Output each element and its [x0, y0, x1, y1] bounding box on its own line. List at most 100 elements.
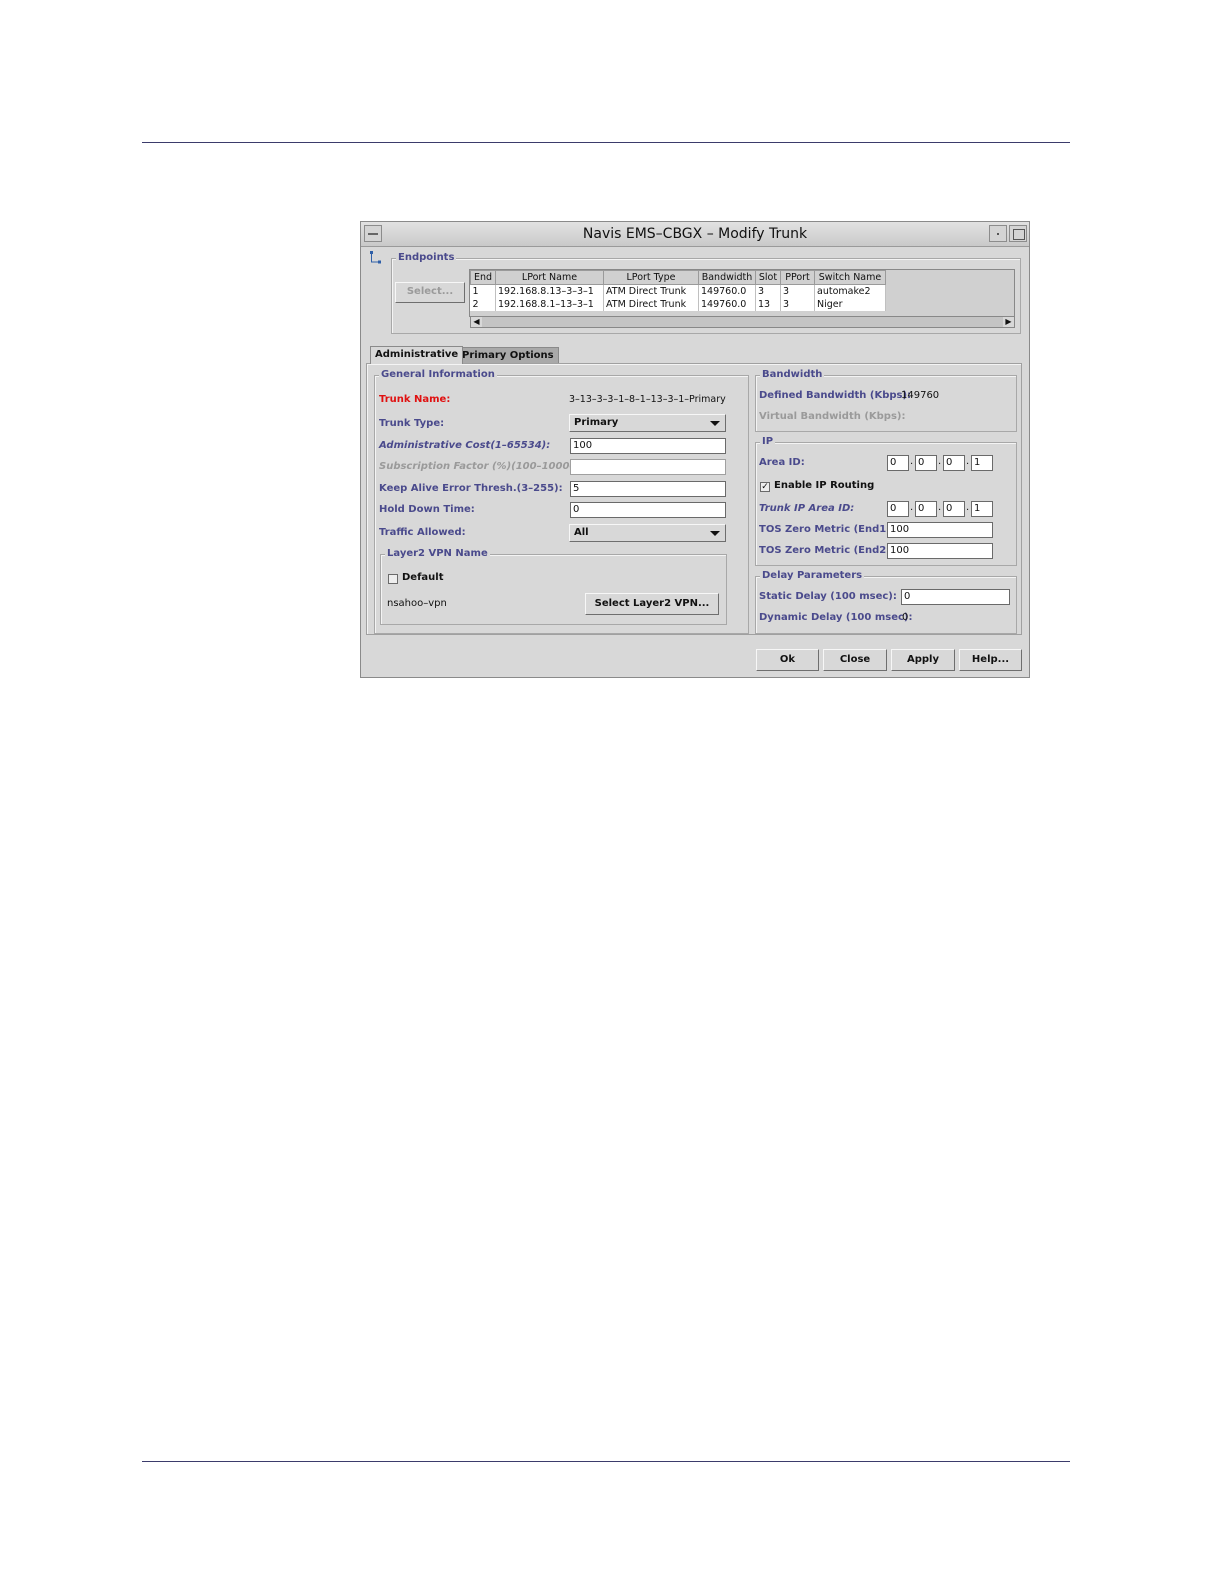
cell: ATM Direct Trunk [603, 284, 699, 298]
cell: 192.168.8.1–13–3–1 [495, 298, 604, 311]
header-rule [142, 142, 1070, 143]
trunk-name-value: 3–13–3–3–1–8–1–13–3–1–Primary [569, 394, 726, 405]
subscription-factor-label: Subscription Factor (%)(100–10000): [379, 461, 585, 472]
delay-parameters-label: Delay Parameters [760, 569, 865, 583]
cell: Niger [814, 298, 886, 311]
default-label: Default [402, 572, 444, 583]
trunk-ip-area-id-label: Trunk IP Area ID: [759, 503, 855, 514]
ip-label: IP [760, 435, 776, 449]
layer2-vpn-name: nsahoo–vpn [387, 598, 447, 609]
octet-separator: . [938, 456, 942, 467]
trunk-name-label: Trunk Name: [379, 394, 451, 405]
table-row[interactable]: 1 192.168.8.13–3–3–1 ATM Direct Trunk 14… [470, 284, 886, 298]
enable-ip-routing-label: Enable IP Routing [774, 480, 875, 491]
general-information-label: General Information [379, 368, 497, 382]
select-layer2-vpn-button[interactable]: Select Layer2 VPN... [585, 593, 719, 615]
layer2-vpn-label: Layer2 VPN Name [385, 547, 490, 561]
endpoint-select-button[interactable]: Select... [395, 282, 465, 303]
cell: 2 [470, 298, 496, 311]
trunk-type-value: Primary [574, 417, 619, 428]
traffic-allowed-label: Traffic Allowed: [379, 527, 466, 538]
col-pport[interactable]: PPort [780, 270, 815, 285]
default-checkbox[interactable] [388, 574, 398, 584]
trunk-area-id-octet-3[interactable]: 0 [943, 501, 965, 517]
subscription-factor-input[interactable] [570, 459, 726, 475]
hold-down-input[interactable]: 0 [570, 502, 726, 518]
virtual-bandwidth-label: Virtual Bandwidth (Kbps): [759, 411, 906, 422]
ok-button[interactable]: Ok [756, 649, 819, 671]
bandwidth-label: Bandwidth [760, 368, 825, 382]
cell: 3 [780, 298, 815, 311]
apply-button[interactable]: Apply [891, 649, 955, 671]
col-bandwidth[interactable]: Bandwidth [698, 270, 756, 285]
defined-bandwidth-label: Defined Bandwidth (Kbps): [759, 390, 912, 401]
cell: 1 [470, 284, 496, 298]
chevron-down-icon [710, 531, 720, 536]
cell: 13 [755, 298, 781, 311]
endpoints-label: Endpoints [396, 251, 457, 265]
dynamic-delay-label: Dynamic Delay (100 msec): [759, 612, 913, 623]
tos-end2-label: TOS Zero Metric (End2): [759, 545, 895, 556]
cell: automake2 [814, 284, 886, 298]
trunk-type-select[interactable]: Primary [569, 414, 726, 432]
keep-alive-label: Keep Alive Error Thresh.(3–255): [379, 483, 563, 494]
trunk-area-id-octet-4[interactable]: 1 [971, 501, 993, 517]
dynamic-delay-value: 0 [902, 612, 909, 623]
trunk-connector-icon [370, 251, 381, 264]
help-button[interactable]: Help... [959, 649, 1022, 671]
maximize-icon[interactable] [1009, 225, 1027, 242]
cell: 3 [755, 284, 781, 298]
area-id-octet-2[interactable]: 0 [915, 455, 937, 471]
tos-end2-input[interactable]: 100 [887, 543, 993, 559]
footer-rule [142, 1461, 1070, 1462]
octet-separator: . [910, 456, 914, 467]
keep-alive-input[interactable]: 5 [570, 481, 726, 497]
cell: ATM Direct Trunk [603, 298, 699, 311]
traffic-allowed-value: All [574, 527, 589, 538]
area-id-label: Area ID: [759, 457, 805, 468]
octet-separator: . [966, 456, 970, 467]
static-delay-label: Static Delay (100 msec): [759, 591, 897, 602]
chevron-down-icon [710, 421, 720, 426]
trunk-area-id-octet-2[interactable]: 0 [915, 501, 937, 517]
static-delay-input[interactable]: 0 [901, 589, 1010, 605]
minimize-icon[interactable] [989, 225, 1007, 242]
delay-parameters-group: Delay Parameters [755, 569, 1017, 634]
scroll-right-icon[interactable]: ▶ [1003, 317, 1014, 327]
col-end[interactable]: End [470, 270, 496, 285]
tos-end1-input[interactable]: 100 [887, 522, 993, 538]
window-title: Navis EMS–CBGX – Modify Trunk [582, 226, 808, 242]
bandwidth-group: Bandwidth [755, 368, 1017, 432]
tab-primary-options[interactable]: Primary Options [457, 347, 559, 363]
cell: 192.168.8.13–3–3–1 [495, 284, 604, 298]
enable-ip-routing-checkbox[interactable]: ✓ [760, 482, 770, 492]
traffic-allowed-select[interactable]: All [569, 524, 726, 542]
endpoints-horizontal-scrollbar[interactable]: ◀ ▶ [470, 316, 1015, 328]
hold-down-label: Hold Down Time: [379, 504, 475, 515]
octet-separator: . [938, 502, 942, 513]
tab-administrative[interactable]: Administrative [370, 346, 464, 364]
area-id-octet-4[interactable]: 1 [971, 455, 993, 471]
tos-end1-label: TOS Zero Metric (End1): [759, 524, 895, 535]
cell: 149760.0 [698, 298, 756, 311]
endpoints-table: End LPort Name LPort Type Bandwidth Slot… [470, 270, 886, 311]
col-switch-name[interactable]: Switch Name [814, 270, 886, 285]
area-id-octet-3[interactable]: 0 [943, 455, 965, 471]
defined-bandwidth-value: 149760 [901, 390, 940, 401]
cell: 149760.0 [698, 284, 756, 298]
octet-separator: . [966, 502, 970, 513]
table-row[interactable]: 2 192.168.8.1–13–3–1 ATM Direct Trunk 14… [470, 298, 886, 311]
col-lport-name[interactable]: LPort Name [495, 270, 604, 285]
admin-cost-label: Administrative Cost(1–65534): [379, 440, 551, 451]
octet-separator: . [910, 502, 914, 513]
title-bar[interactable]: Navis EMS–CBGX – Modify Trunk [361, 222, 1029, 247]
trunk-area-id-octet-1[interactable]: 0 [887, 501, 909, 517]
scroll-left-icon[interactable]: ◀ [471, 317, 482, 327]
cell: 3 [780, 284, 815, 298]
area-id-octet-1[interactable]: 0 [887, 455, 909, 471]
col-lport-type[interactable]: LPort Type [603, 270, 699, 285]
col-slot[interactable]: Slot [755, 270, 781, 285]
admin-cost-input[interactable]: 100 [570, 438, 726, 454]
modify-trunk-window: Navis EMS–CBGX – Modify Trunk Endpoints … [360, 221, 1030, 678]
close-button[interactable]: Close [823, 649, 887, 671]
